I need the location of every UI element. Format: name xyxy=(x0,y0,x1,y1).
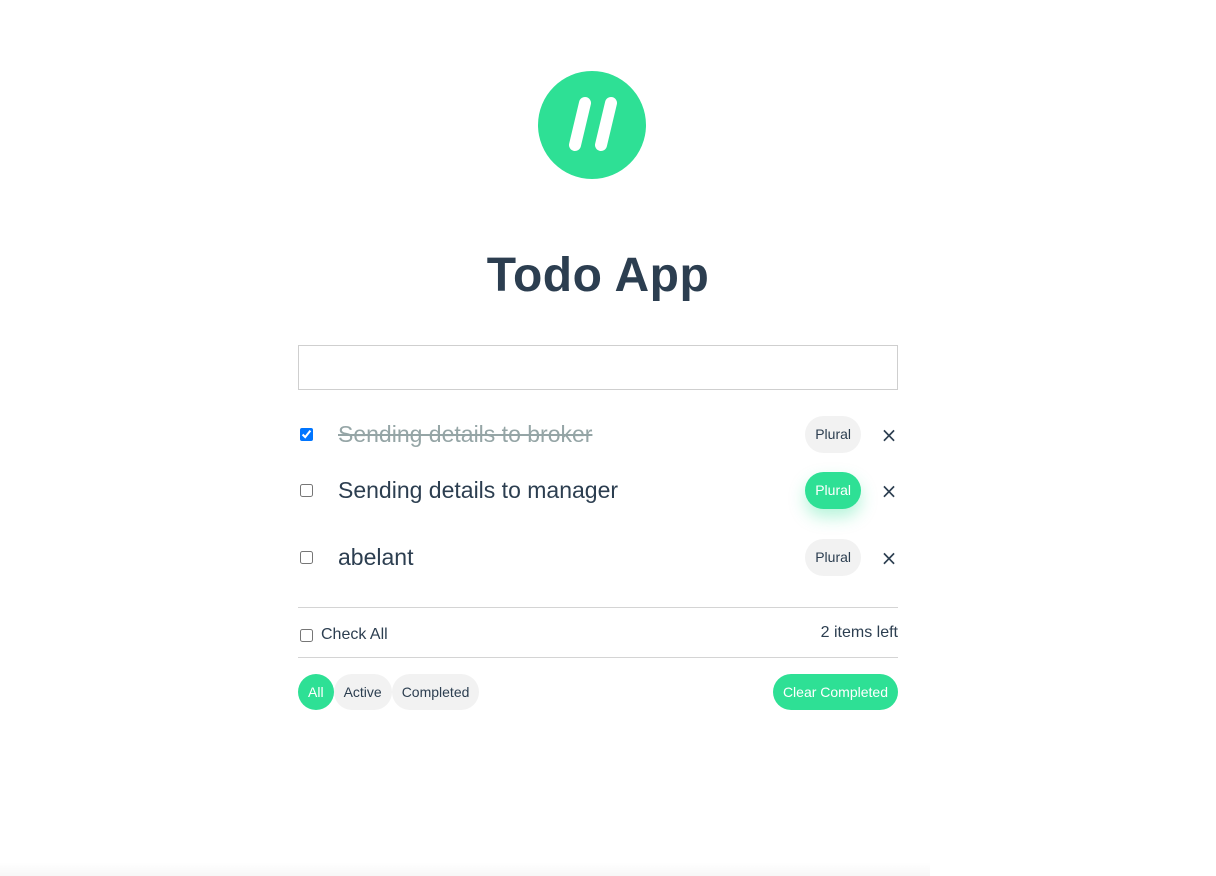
todo-item: Sending details to broker Plural × xyxy=(298,412,898,457)
filter-active-button[interactable]: Active xyxy=(333,674,392,710)
remove-todo-icon[interactable]: × xyxy=(880,548,898,568)
plural-button[interactable]: Plural xyxy=(805,539,861,576)
remove-todo-icon[interactable]: × xyxy=(880,481,898,501)
todo-text[interactable]: Sending details to manager xyxy=(338,477,618,504)
bottom-shadow xyxy=(0,862,930,876)
todo-toggle-checkbox[interactable] xyxy=(300,428,313,441)
remove-todo-icon[interactable]: × xyxy=(880,425,898,445)
plural-button[interactable]: Plural xyxy=(805,416,861,453)
todo-footer: Check All 2 items left xyxy=(298,607,898,658)
todo-toggle-checkbox[interactable] xyxy=(300,551,313,564)
todo-toggle-checkbox[interactable] xyxy=(300,484,313,497)
todo-text[interactable]: Sending details to broker xyxy=(338,421,592,448)
check-all-checkbox[interactable] xyxy=(300,628,313,642)
items-left-count: 2 items left xyxy=(820,624,898,641)
todo-list: Sending details to broker Plural × Sendi… xyxy=(298,412,898,591)
clear-completed-button[interactable]: Clear Completed xyxy=(772,674,898,710)
check-all[interactable]: Check All xyxy=(300,626,388,644)
todo-item: abelant Plural × xyxy=(298,524,898,591)
todo-page: Todo App Sending details to broker Plura… xyxy=(0,0,1216,876)
check-all-label: Check All xyxy=(321,626,388,643)
todo-container: Sending details to broker Plural × Sendi… xyxy=(298,345,898,710)
filter-all-button[interactable]: All xyxy=(298,674,334,710)
filter-completed-button[interactable]: Completed xyxy=(391,674,480,710)
double-slash-logo-icon xyxy=(538,71,646,179)
new-todo-input[interactable] xyxy=(298,345,898,390)
plural-button[interactable]: Plural xyxy=(805,472,861,509)
todo-text[interactable]: abelant xyxy=(338,544,413,571)
page-title: Todo App xyxy=(486,249,710,302)
filter-group: All Active Completed xyxy=(298,674,480,710)
todo-item: Sending details to manager Plural × xyxy=(298,457,898,524)
